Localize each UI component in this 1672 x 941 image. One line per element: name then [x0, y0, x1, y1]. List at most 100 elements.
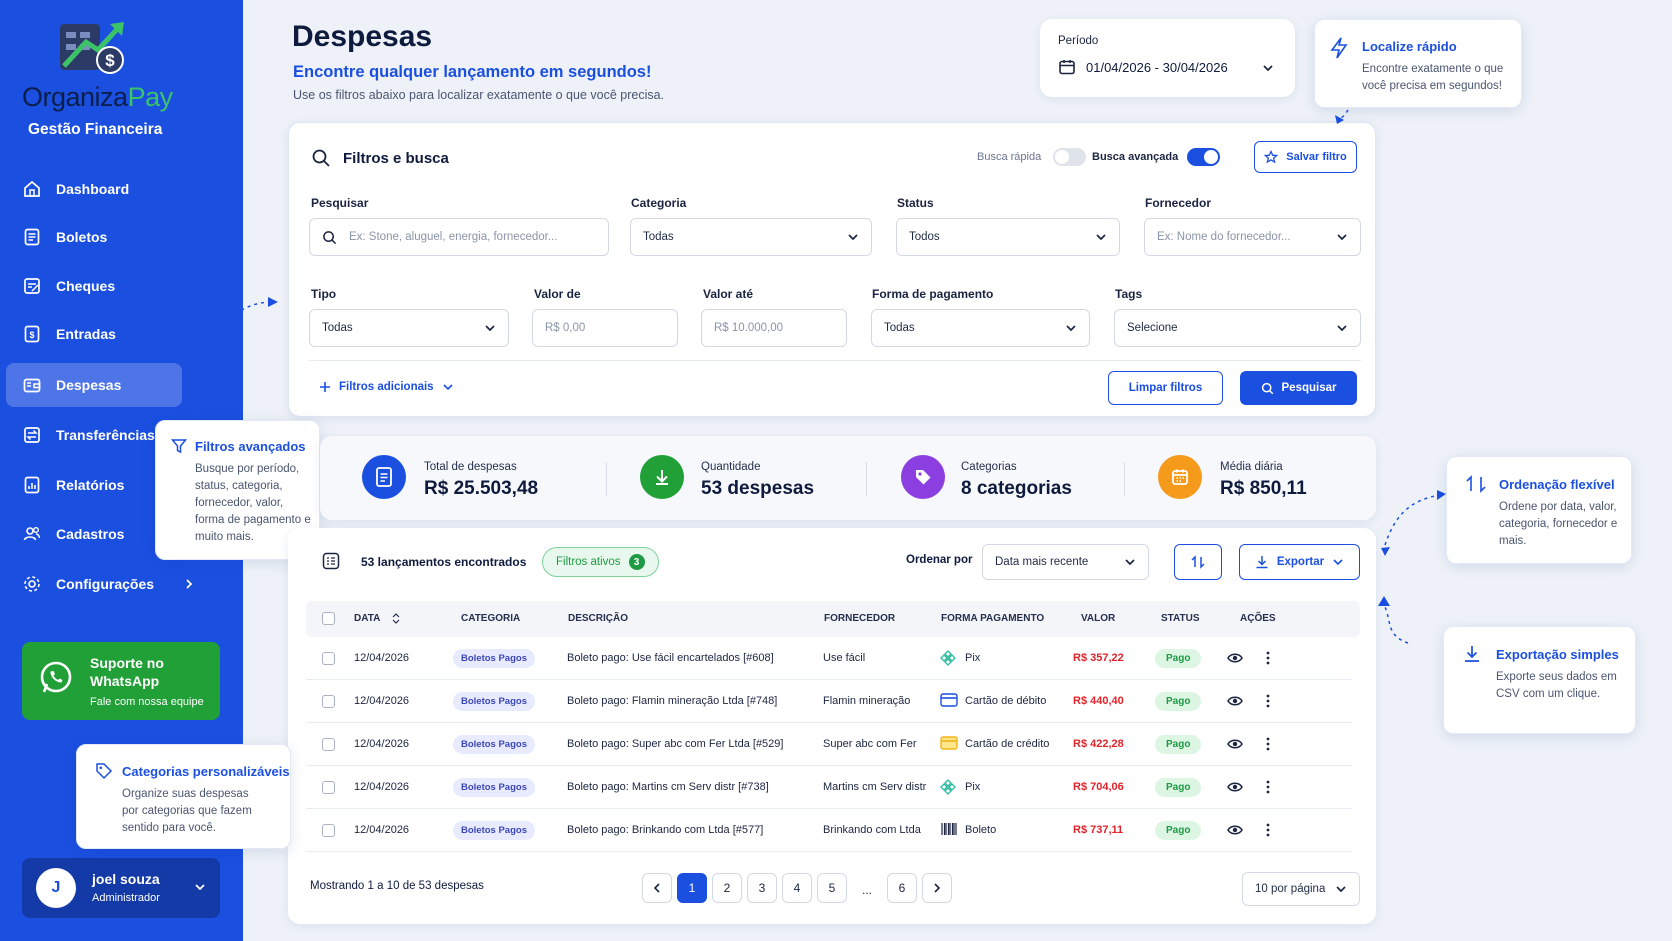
- additional-filters-toggle[interactable]: Filtros adicionais: [319, 381, 454, 393]
- more-options-icon[interactable]: [1266, 737, 1270, 751]
- search-input[interactable]: Ex: Stone, aluguel, energia, fornecedor.…: [309, 218, 609, 256]
- sidebar-item-despesas[interactable]: Despesas: [6, 363, 182, 407]
- row-supplier: Use fácil: [823, 652, 866, 664]
- next-page-button[interactable]: [922, 873, 952, 903]
- category-badge: Boletos Pagos: [453, 777, 535, 797]
- status-select[interactable]: Todos: [896, 218, 1120, 256]
- filters-panel: Filtros e busca Busca rápida Busca avanç…: [288, 122, 1376, 417]
- receipt-icon: [24, 228, 40, 246]
- credit-card-icon: [940, 736, 958, 750]
- value-from-input[interactable]: R$ 0,00: [532, 309, 678, 347]
- row-date: 12/04/2026: [354, 824, 410, 836]
- stat-label: Categorias: [961, 461, 1017, 473]
- page-button[interactable]: 5: [817, 873, 847, 903]
- table-row[interactable]: 12/04/2026 Boletos Pagos Boleto pago: Mart…: [306, 766, 1352, 809]
- stat-label: Média diária: [1220, 461, 1283, 473]
- table-row[interactable]: 12/04/2026 Boletos Pagos Boleto pago: Use …: [306, 637, 1352, 680]
- view-eye-icon[interactable]: [1227, 823, 1243, 837]
- row-checkbox[interactable]: [322, 780, 335, 794]
- sort-arrows-icon: [1466, 475, 1486, 493]
- status-label: Status: [897, 196, 934, 210]
- sidebar-item-configuracoes[interactable]: Configurações: [6, 562, 216, 606]
- tip-text: Organize suas despesas por categorias qu…: [122, 788, 252, 834]
- period-value: 01/04/2026 - 30/04/2026: [1086, 60, 1228, 75]
- whatsapp-support-card[interactable]: Suporte no WhatsApp Fale com nossa equip…: [22, 642, 220, 720]
- status-value: Todos: [909, 231, 940, 243]
- sort-direction-button[interactable]: [1174, 544, 1222, 580]
- view-eye-icon[interactable]: [1227, 694, 1243, 708]
- view-eye-icon[interactable]: [1227, 737, 1243, 751]
- tags-select[interactable]: Selecione: [1114, 309, 1361, 347]
- tip-text: Ordene por data, valor, categoria, forne…: [1499, 501, 1618, 547]
- status-badge: Pago: [1155, 648, 1202, 668]
- tip-title: Localize rápido: [1362, 39, 1457, 54]
- list-icon: [322, 552, 340, 570]
- gear-icon: [24, 576, 40, 592]
- row-description: Boleto pago: Flamin mineração Ltda [#748…: [567, 695, 778, 707]
- clear-filters-button[interactable]: Limpar filtros: [1108, 371, 1223, 405]
- type-label: Tipo: [311, 287, 337, 301]
- tip-title: Exportação simples: [1496, 647, 1619, 662]
- export-button[interactable]: Exportar: [1239, 544, 1360, 580]
- view-eye-icon[interactable]: [1227, 651, 1243, 665]
- quick-search-toggle[interactable]: [1053, 148, 1086, 166]
- row-checkbox[interactable]: [322, 694, 335, 708]
- column-header-data[interactable]: DATA: [354, 613, 400, 624]
- page-button[interactable]: 1: [677, 873, 707, 903]
- sort-select[interactable]: Data mais recente: [982, 544, 1149, 580]
- sidebar-item-dashboard[interactable]: Dashboard: [6, 167, 182, 211]
- supplier-placeholder: Ex: Nome do fornecedor...: [1157, 231, 1291, 243]
- tip-text: Exporte seus dados em CSV com um clique.: [1496, 671, 1617, 700]
- chevron-down-icon: [1333, 559, 1343, 566]
- row-checkbox[interactable]: [322, 823, 335, 837]
- supplier-select[interactable]: Ex: Nome do fornecedor...: [1144, 218, 1361, 256]
- table-row[interactable]: 12/04/2026 Boletos Pagos Boleto pago: Supe…: [306, 723, 1352, 766]
- sidebar-item-cheques[interactable]: Cheques: [6, 264, 182, 308]
- save-filter-button[interactable]: Salvar filtro: [1254, 141, 1357, 173]
- more-options-icon[interactable]: [1266, 651, 1270, 665]
- payment-label: Forma de pagamento: [872, 287, 994, 301]
- search-button[interactable]: Pesquisar: [1240, 371, 1357, 405]
- row-checkbox[interactable]: [322, 737, 335, 751]
- user-menu[interactable]: J joel souza Administrador: [22, 858, 220, 918]
- table-row[interactable]: 12/04/2026 Boletos Pagos Boleto pago: Flam…: [306, 680, 1352, 723]
- sidebar-item-boletos[interactable]: Boletos: [6, 215, 182, 259]
- more-options-icon[interactable]: [1266, 694, 1270, 708]
- income-icon: $: [24, 325, 40, 343]
- page-button[interactable]: 4: [782, 873, 812, 903]
- active-filters-badge[interactable]: Filtros ativos 3: [542, 547, 659, 577]
- page-button[interactable]: 2: [712, 873, 742, 903]
- row-value: R$ 737,11: [1073, 824, 1124, 836]
- table-row[interactable]: 12/04/2026 Boletos Pagos Boleto pago: Brin…: [306, 809, 1352, 852]
- page-button[interactable]: 3: [747, 873, 777, 903]
- status-badge: Pago: [1155, 820, 1202, 840]
- showing-text: Mostrando 1 a 10 de 53 despesas: [310, 880, 484, 892]
- stat-label: Total de despesas: [424, 461, 517, 473]
- view-eye-icon[interactable]: [1227, 780, 1243, 794]
- more-options-icon[interactable]: [1266, 823, 1270, 837]
- svg-text:$: $: [105, 51, 115, 70]
- category-badge: Boletos Pagos: [453, 820, 535, 840]
- more-options-icon[interactable]: [1266, 780, 1270, 794]
- period-picker[interactable]: Período 01/04/2026 - 30/04/2026: [1040, 19, 1295, 97]
- row-checkbox[interactable]: [322, 651, 335, 665]
- sidebar-item-label: Cadastros: [56, 526, 125, 542]
- prev-page-button[interactable]: [642, 873, 672, 903]
- value-to-input[interactable]: R$ 10.000,00: [701, 309, 847, 347]
- per-page-select[interactable]: 10 por página: [1242, 872, 1360, 906]
- quick-search-label: Busca rápida: [977, 151, 1042, 163]
- row-value: R$ 440,40: [1073, 695, 1124, 707]
- advanced-search-toggle[interactable]: [1187, 148, 1220, 166]
- page-button[interactable]: 6: [887, 873, 917, 903]
- type-select[interactable]: Todas: [309, 309, 509, 347]
- avatar: J: [36, 868, 76, 908]
- stat-label: Quantidade: [701, 461, 761, 473]
- payment-select[interactable]: Todas: [871, 309, 1090, 347]
- sidebar-item-entradas[interactable]: $ Entradas: [6, 312, 182, 356]
- row-date: 12/04/2026: [354, 695, 410, 707]
- status-badge: Pago: [1155, 691, 1202, 711]
- category-select[interactable]: Todas: [630, 218, 872, 256]
- select-all-checkbox[interactable]: [322, 612, 335, 625]
- sort-value: Data mais recente: [995, 556, 1089, 568]
- clear-filters-label: Limpar filtros: [1128, 382, 1203, 394]
